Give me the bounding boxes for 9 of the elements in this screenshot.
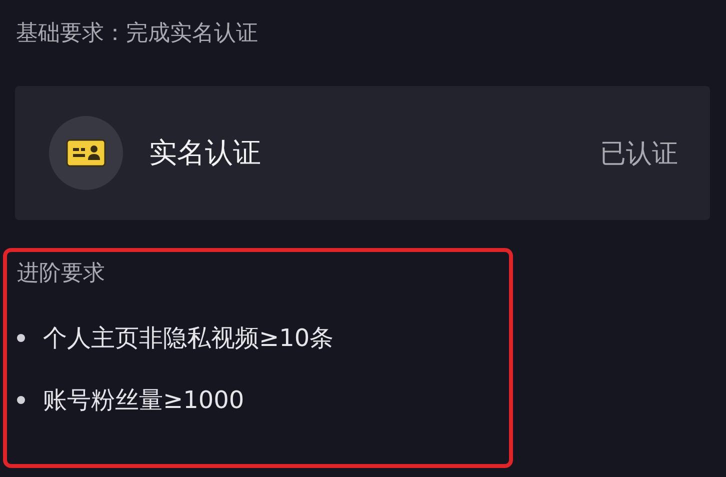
requirement-item: 账号粉丝量≥1000 bbox=[43, 385, 244, 416]
requirement-item: 个人主页非隐私视频≥10条 bbox=[43, 323, 334, 354]
verification-status: 已认证 bbox=[600, 138, 678, 170]
section-title: 进阶要求 bbox=[17, 260, 106, 288]
verification-card[interactable]: 实名认证 已认证 bbox=[15, 86, 710, 220]
bullet-icon bbox=[17, 334, 25, 342]
card-title: 实名认证 bbox=[149, 135, 262, 171]
bullet-icon bbox=[17, 396, 25, 404]
basic-requirement: 基础要求：完成实名认证 bbox=[16, 20, 259, 48]
